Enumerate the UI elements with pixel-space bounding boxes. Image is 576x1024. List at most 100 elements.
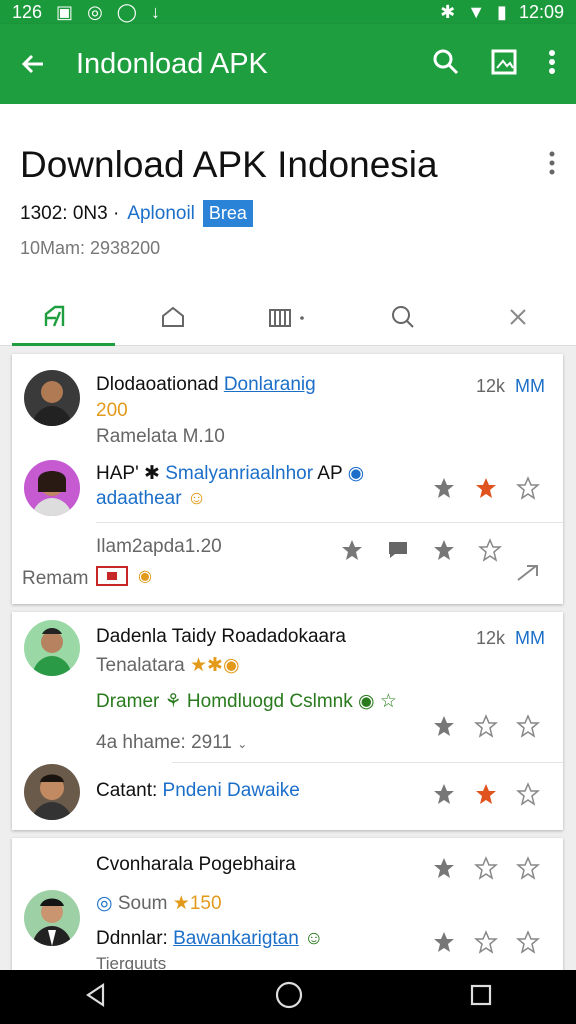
star-outline-icon xyxy=(474,856,498,880)
image-button[interactable] xyxy=(490,48,518,81)
review-meta-num: 150 xyxy=(189,893,222,914)
home-icon xyxy=(161,306,184,327)
header-meta-link[interactable]: Aplonoil xyxy=(127,203,195,225)
reviewer-name: Cvonharala Pogebhaira xyxy=(96,854,296,875)
avatar[interactable] xyxy=(24,890,80,946)
star-badge-icon: ★ xyxy=(172,893,190,914)
star-outline-icon xyxy=(516,856,540,880)
star-filled-icon xyxy=(434,478,454,498)
more-vert-icon xyxy=(549,151,555,175)
star-rating[interactable] xyxy=(432,714,540,738)
apps-icon xyxy=(44,305,64,326)
tab-search[interactable] xyxy=(346,288,461,345)
nav-recents-button[interactable] xyxy=(469,983,493,1012)
emoji-icon: ☺ xyxy=(304,928,324,949)
review-subline: Ramelata M.10 xyxy=(96,426,225,447)
tab-home[interactable] xyxy=(0,288,116,346)
app-notification-icon: ◎ xyxy=(87,1,103,22)
star-outline-icon xyxy=(516,782,540,806)
battery-icon: ▮ xyxy=(497,1,507,22)
tab-close[interactable] xyxy=(461,288,576,345)
divider xyxy=(96,522,563,523)
tab-library[interactable] xyxy=(230,288,345,345)
action-icons xyxy=(340,538,502,562)
tab-house[interactable] xyxy=(115,288,230,345)
header-more-button[interactable] xyxy=(548,150,556,181)
star-badge-icon: ★✱◉ xyxy=(190,655,240,676)
back-button[interactable] xyxy=(0,50,66,78)
star-outline-icon xyxy=(478,538,502,562)
star-filled-icon xyxy=(434,716,454,736)
reply-link[interactable]: Smalyanriaalnhor xyxy=(165,463,313,484)
verified-icon: ◉ xyxy=(347,463,365,484)
reply-prefix: HAP' ✱ xyxy=(96,463,160,484)
avatar[interactable] xyxy=(24,764,80,820)
leaf-icon: ◉ ☆ xyxy=(358,691,397,712)
review-list: Dlodaoationad Donlaranig 12k MM 200 Ramel… xyxy=(0,346,576,970)
review-card: Dadenla Taidy Roadadokaara 12k MM Tenalat… xyxy=(12,612,563,830)
nav-back-button[interactable] xyxy=(83,982,109,1013)
header-meta-prefix: 1302: 0N3 · xyxy=(20,202,120,224)
avatar[interactable] xyxy=(24,370,80,426)
star-outline-icon xyxy=(516,930,540,954)
header-badge[interactable]: Brea xyxy=(202,200,253,227)
review-date: 4a hhame: 2911 ⌄ xyxy=(96,732,247,754)
reply-label: Ddnnlar: xyxy=(96,928,168,949)
notification-icon: ▣ xyxy=(56,1,74,22)
chevron-down-icon[interactable]: ⌄ xyxy=(237,737,247,751)
review-subline: Tenalatara ★✱◉ xyxy=(96,654,240,677)
share-button[interactable] xyxy=(515,560,543,589)
comment-icon xyxy=(389,542,407,558)
search-icon xyxy=(433,49,459,74)
footer-icons: ◉ xyxy=(96,566,152,586)
app-bar: Indonload APK xyxy=(0,24,576,104)
circle-home-icon xyxy=(275,981,303,1008)
review-card: Cvonharala Pogebhaira ◎ Soum ★150 Ddnnla… xyxy=(12,838,563,970)
review-count: 12k MM xyxy=(476,376,545,397)
square-recents-icon xyxy=(471,984,492,1005)
system-nav-bar xyxy=(0,970,576,1024)
review-count-tag: MM xyxy=(515,628,545,648)
header-meta: 1302: 0N3 · Aplonoil Brea xyxy=(20,200,253,227)
triangle-back-icon xyxy=(85,982,104,1007)
reply-link[interactable]: Bawankarigtan xyxy=(173,928,299,949)
review-meta: ◎ Soum ★150 xyxy=(96,892,222,915)
reply-line: HAP' ✱ Smalyanriaalnhor AP ◉ xyxy=(96,462,364,485)
card-footer-top: Ilam2apda1.20 xyxy=(96,536,222,557)
card-footer: Tierquuts xyxy=(96,954,167,970)
star-active-icon xyxy=(476,784,496,804)
forward-icon xyxy=(517,565,538,581)
page-title: Download APK Indonesia xyxy=(20,144,438,185)
avatar[interactable] xyxy=(24,620,80,676)
green-line: Dramer ⚘ Homdluogd Cslmnk ◉ ☆ xyxy=(96,690,397,713)
reply-line: Ddnnlar: Bawankarigtan ☺ xyxy=(96,928,324,950)
status-bar: 126 ▣ ◎ ◯ ↓ ✱ ▼ ▮ 12:09 xyxy=(0,0,576,24)
star-rating[interactable] xyxy=(432,856,540,880)
star-outline-icon xyxy=(474,714,498,738)
more-button[interactable] xyxy=(548,49,556,80)
info-icon: ◎ xyxy=(96,893,113,914)
star-outline-icon xyxy=(474,930,498,954)
card-title-line: Dlodaoationad Donlaranig xyxy=(96,374,316,396)
reviewer-link[interactable]: Donlaranig xyxy=(224,374,316,395)
avatar[interactable] xyxy=(24,460,80,516)
sync-icon: ◯ xyxy=(116,1,137,22)
nav-home-button[interactable] xyxy=(274,980,304,1015)
image-icon xyxy=(491,49,517,74)
search-button[interactable] xyxy=(432,48,460,81)
page-header: Download APK Indonesia 1302: 0N3 · Aplon… xyxy=(0,104,576,346)
review-count-tag: MM xyxy=(515,376,545,396)
header-subtitle: 10Mam: 2938200 xyxy=(20,238,161,258)
card-footer-label: Remam xyxy=(22,568,89,589)
emoji-icon: ☺ xyxy=(186,488,207,509)
review-date-text: 4a hhame: 2911 xyxy=(96,732,232,753)
star-active-icon xyxy=(476,478,496,498)
star-rating[interactable] xyxy=(432,782,540,806)
star-rating[interactable] xyxy=(432,476,540,500)
reviewer-name: Dadenla Taidy Roadadokaara xyxy=(96,626,346,647)
reply-link[interactable]: Pndeni Dawaike xyxy=(163,780,300,801)
review-count-value: 12k xyxy=(475,376,505,396)
flag-icon xyxy=(96,566,128,586)
badge-icon: ◉ xyxy=(138,568,152,585)
star-rating[interactable] xyxy=(432,930,540,954)
